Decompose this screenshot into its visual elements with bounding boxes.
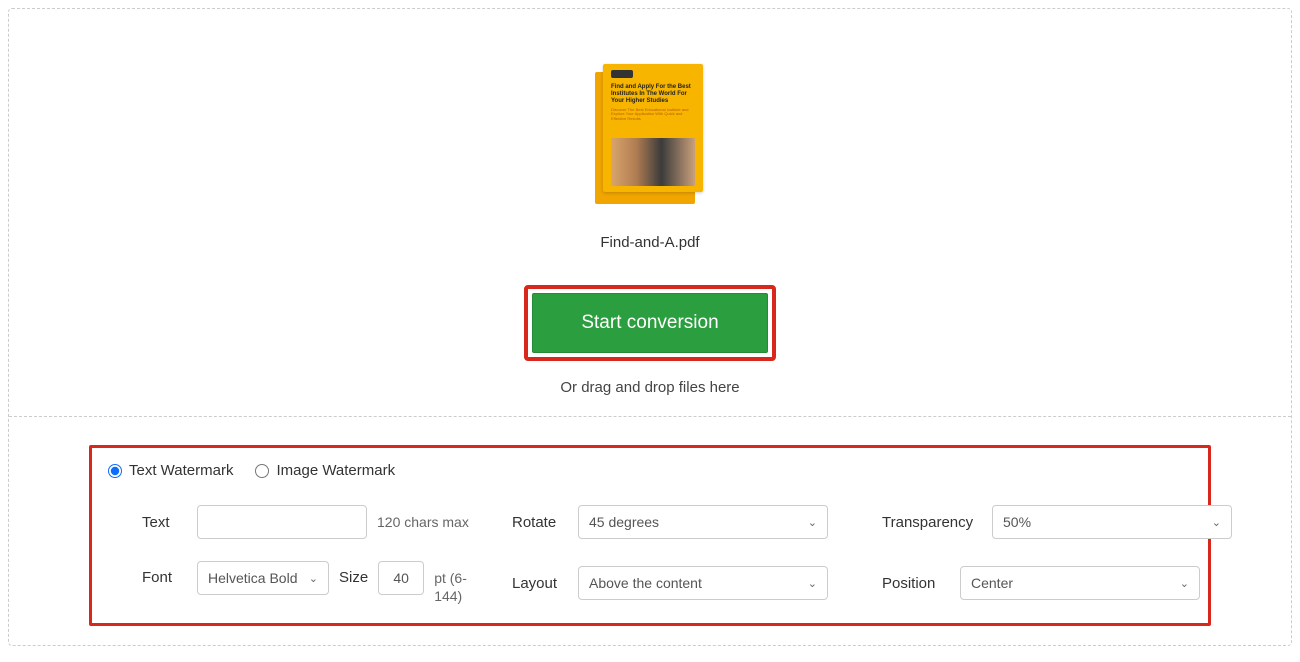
- chevron-down-icon: ⌄: [1212, 516, 1221, 529]
- layout-field: Layout Above the content ⌄: [512, 561, 882, 605]
- chevron-down-icon: ⌄: [808, 516, 817, 529]
- settings-form: Text 120 chars max Rotate 45 degrees ⌄ T…: [108, 505, 1192, 605]
- font-select[interactable]: Helvetica Bold ⌄: [197, 561, 329, 595]
- rotate-value: 45 degrees: [589, 514, 659, 530]
- thumbnail-photo: [611, 138, 695, 186]
- position-select[interactable]: Center ⌄: [960, 566, 1200, 600]
- size-label: Size: [339, 561, 368, 586]
- file-name: Find-and-A.pdf: [600, 234, 699, 251]
- start-conversion-button[interactable]: Start conversion: [532, 293, 767, 353]
- layout-label: Layout: [512, 575, 568, 592]
- text-hint: 120 chars max: [377, 514, 469, 530]
- image-watermark-label: Image Watermark: [276, 462, 395, 479]
- rotate-select[interactable]: 45 degrees ⌄: [578, 505, 828, 539]
- transparency-field: Transparency 50% ⌄: [882, 505, 1242, 539]
- transparency-value: 50%: [1003, 514, 1031, 530]
- chevron-down-icon: ⌄: [808, 577, 817, 590]
- text-watermark-label: Text Watermark: [129, 462, 233, 479]
- image-watermark-option[interactable]: Image Watermark: [255, 462, 395, 479]
- watermark-type-toggle: Text Watermark Image Watermark: [108, 462, 1192, 479]
- rotate-label: Rotate: [512, 514, 568, 531]
- rotate-field: Rotate 45 degrees ⌄: [512, 505, 882, 539]
- thumbnail-page: Find and Apply For the Best Institutes I…: [603, 64, 703, 192]
- file-thumbnail[interactable]: Find and Apply For the Best Institutes I…: [595, 64, 705, 204]
- upload-section: Find and Apply For the Best Institutes I…: [9, 9, 1291, 417]
- font-size-field: Font Helvetica Bold ⌄ Size pt (6-144): [142, 561, 512, 605]
- text-watermark-option[interactable]: Text Watermark: [108, 462, 233, 479]
- text-field: Text 120 chars max: [142, 505, 512, 539]
- text-watermark-radio[interactable]: [108, 464, 122, 478]
- thumbnail-title: Find and Apply For the Best Institutes I…: [611, 84, 695, 106]
- size-input[interactable]: [378, 561, 424, 595]
- transparency-label: Transparency: [882, 514, 982, 531]
- font-label: Font: [142, 561, 187, 586]
- text-label: Text: [142, 514, 187, 531]
- position-label: Position: [882, 575, 950, 592]
- page-container: Find and Apply For the Best Institutes I…: [8, 8, 1292, 646]
- thumbnail-subtitle: Discover The Best Educational Institute …: [611, 108, 695, 122]
- font-value: Helvetica Bold: [208, 570, 298, 586]
- image-watermark-radio[interactable]: [255, 464, 269, 478]
- watermark-text-input[interactable]: [197, 505, 367, 539]
- chevron-down-icon: ⌄: [309, 572, 318, 585]
- thumbnail-logo: [611, 70, 633, 78]
- transparency-select[interactable]: 50% ⌄: [992, 505, 1232, 539]
- drag-drop-hint: Or drag and drop files here: [560, 379, 739, 396]
- position-value: Center: [971, 575, 1013, 591]
- layout-value: Above the content: [589, 575, 702, 591]
- watermark-settings-panel: Text Watermark Image Watermark Text 120 …: [89, 445, 1211, 626]
- layout-select[interactable]: Above the content ⌄: [578, 566, 828, 600]
- position-field: Position Center ⌄: [882, 561, 1242, 605]
- size-hint: pt (6-144): [434, 561, 478, 605]
- chevron-down-icon: ⌄: [1180, 577, 1189, 590]
- start-button-highlight: Start conversion: [524, 285, 775, 361]
